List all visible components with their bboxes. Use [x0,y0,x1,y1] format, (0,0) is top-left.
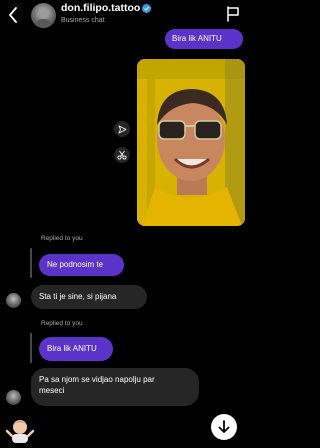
cut-button[interactable] [114,147,130,163]
verified-badge-icon [142,3,152,13]
arrow-down-icon [218,420,230,433]
incoming-message[interactable]: Sta ti je sine, si pijana [31,285,147,309]
quoted-message[interactable]: Ne podnosim te [39,254,124,276]
photo-message[interactable] [137,59,245,226]
chat-subtitle: Business chat [61,17,105,24]
profile-avatar[interactable] [31,3,56,28]
outgoing-message[interactable]: Bira lik ANITU [165,29,243,49]
reply-context-label: Replied to you [41,320,83,327]
message-text: Sta ti je sine, si pijana [39,292,117,301]
quoted-message[interactable]: Bira lik ANITU [39,337,113,361]
sender-avatar[interactable] [6,390,21,405]
share-button[interactable] [114,121,130,137]
message-text: Ne podnosim te [47,260,104,269]
message-text-line: Pa sa njom se vidjao napolju par [39,375,155,384]
reply-bar [30,333,32,363]
shrug-emoji-avatar[interactable] [4,417,36,443]
message-text: Bira lik ANITU [172,34,222,43]
message-text: Bira lik ANITU [47,344,97,353]
scroll-to-bottom-button[interactable] [211,414,237,440]
incoming-message[interactable]: Pa sa njom se vidjao napolju par meseci [31,368,199,406]
send-icon [118,125,126,133]
reply-context-label: Replied to you [41,235,83,242]
message-text-line: meseci [39,386,65,395]
scissors-icon [117,150,127,160]
flag-icon[interactable] [226,6,240,22]
reply-bar [30,248,32,278]
chat-title[interactable]: don.filipo.tattoo [61,2,152,14]
sender-avatar[interactable] [6,293,21,308]
username: don.filipo.tattoo [61,2,141,14]
back-arrow-icon[interactable] [6,6,20,24]
